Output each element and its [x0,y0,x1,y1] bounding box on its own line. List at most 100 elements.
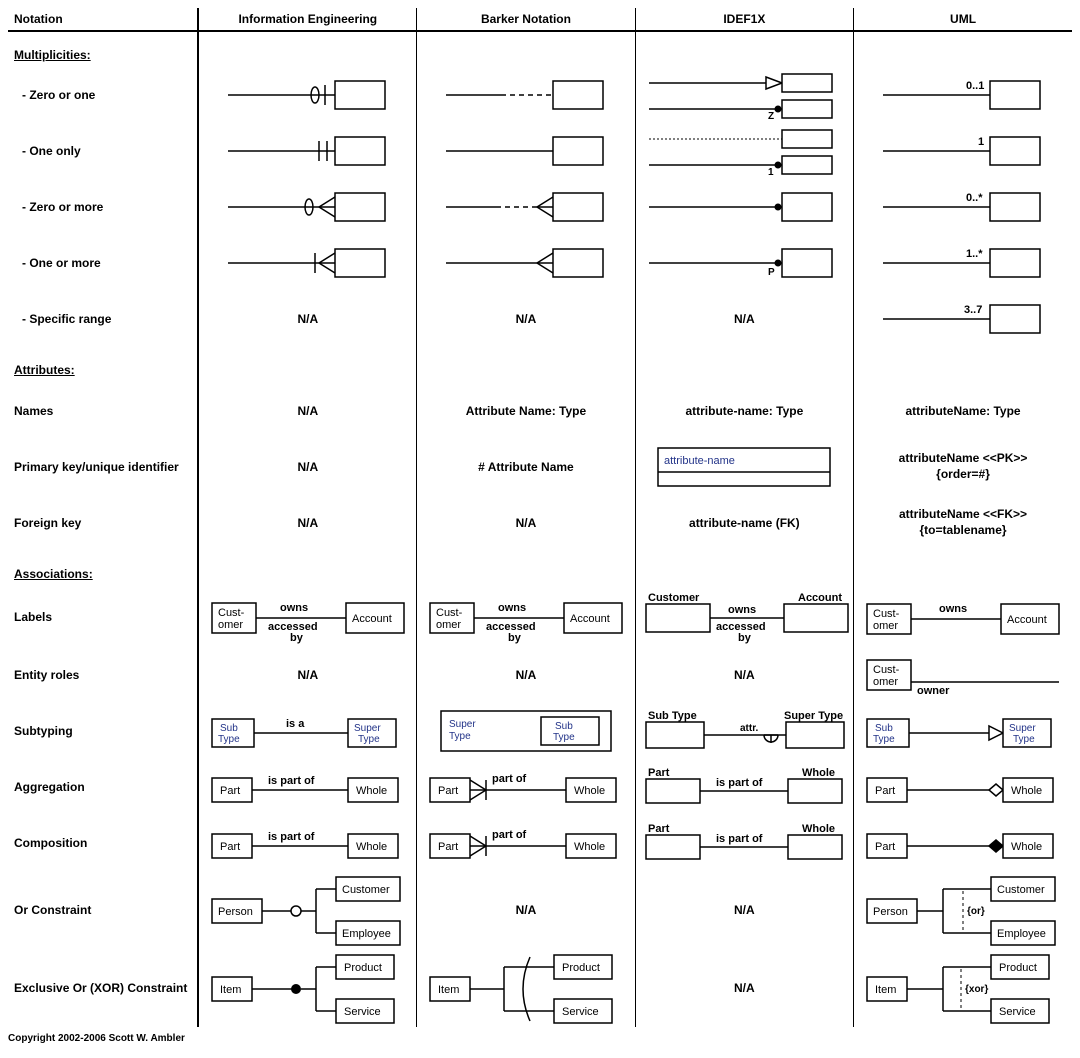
barker-one-only [417,123,635,179]
svg-text:1: 1 [978,136,984,148]
idef-subtype: Sub Type attr. Super Type [635,703,853,759]
svg-text:Cust-: Cust- [873,664,900,676]
row-or-constraint: Or Constraint Person Customer Employee N… [8,871,1072,949]
svg-text:omer: omer [873,620,898,632]
uml-labels: Cust- omer owns Account [854,587,1072,647]
svg-text:Sub Type: Sub Type [648,710,697,722]
svg-text:Type: Type [873,734,895,745]
svg-text:Service: Service [999,1006,1036,1018]
notation-comparison-table: Notation Information Engineering Barker … [8,8,1072,1027]
uml-zero-one: 0..1 [854,67,1072,123]
row-label: Primary key/unique identifier [8,439,198,495]
na-cell: N/A [198,495,416,551]
na-cell: N/A [417,291,635,347]
svg-text:Type: Type [553,732,575,743]
svg-text:is part of: is part of [268,775,315,787]
row-entity-roles: Entity roles N/A N/A N/A Cust- omer owne… [8,647,1072,703]
ie-xor: Item Product Service [198,949,416,1027]
row-label: Or Constraint [8,871,198,949]
svg-text:Part: Part [648,767,670,779]
svg-text:omer: omer [218,619,243,631]
row-subtyping: Subtyping Sub Type is a Super Type Super… [8,703,1072,759]
svg-text:by: by [290,632,304,644]
svg-text:owner: owner [917,685,950,697]
svg-text:owns: owns [939,603,967,615]
na-cell: N/A [635,949,853,1027]
svg-text:Part: Part [220,785,240,797]
svg-text:Type: Type [449,731,471,742]
barker-labels: Cust- omer owns accessed by Account [417,587,635,647]
idef-labels: Customer owns accessed by Account [635,587,853,647]
svg-text:omer: omer [436,619,461,631]
copyright-text: Copyright 2002-2006 Scott W. Ambler [8,1033,1072,1044]
na-cell: N/A [635,291,853,347]
svg-text:Employee: Employee [342,928,391,940]
svg-text:Item: Item [220,984,241,996]
uml-xor: Item {xor} Product Service [854,949,1072,1027]
svg-text:is part of: is part of [716,777,763,789]
svg-text:owns: owns [728,604,756,616]
svg-text:Item: Item [875,984,896,996]
svg-text:by: by [508,632,522,644]
uml-zero-more: 0..* [854,179,1072,235]
col-notation: Notation [8,8,198,31]
barker-zero-more [417,179,635,235]
barker-aggregation: Part part of Whole [417,759,635,815]
svg-text:{xor}: {xor} [965,984,988,995]
svg-text:Customer: Customer [648,592,700,604]
svg-text:Whole: Whole [1011,785,1042,797]
ie-composition: Part is part of Whole [198,815,416,871]
svg-text:Type: Type [358,734,380,745]
svg-text:Whole: Whole [574,785,605,797]
row-label: Entity roles [8,647,198,703]
row-labels: Labels Cust- omer owns accessed by Accou… [8,587,1072,647]
uml-aggregation: Part Whole [854,759,1072,815]
na-cell: N/A [198,383,416,439]
row-label: Subtyping [8,703,198,759]
ie-zero-one [198,67,416,123]
row-specific-range: - Specific range N/A N/A N/A 3..7 [8,291,1072,347]
col-idef1x: IDEF1X [635,8,853,31]
row-label: Aggregation [8,759,198,815]
svg-text:Service: Service [562,1006,599,1018]
row-label: - Specific range [8,291,198,347]
row-label: Composition [8,815,198,871]
row-label: Exclusive Or (XOR) Constraint [8,949,198,1027]
svg-text:Super: Super [354,723,381,734]
svg-text:Account: Account [798,592,842,604]
svg-text:Sub: Sub [220,723,238,734]
svg-text:Person: Person [218,906,253,918]
row-foreign-key: Foreign key N/A N/A attribute-name (FK) … [8,495,1072,551]
uml-specific-range: 3..7 [854,291,1072,347]
svg-text:Whole: Whole [574,841,605,853]
barker-xor: Item Product Service [417,949,635,1027]
row-primary-key: Primary key/unique identifier N/A # Attr… [8,439,1072,495]
svg-text:3..7: 3..7 [964,304,982,316]
uml-fk-line2: {to=tablename} [860,523,1066,539]
row-xor-constraint: Exclusive Or (XOR) Constraint Item Produ… [8,949,1072,1027]
na-cell: N/A [635,871,853,949]
row-label: - Zero or one [8,67,198,123]
row-composition: Composition Part is part of Whole Part p… [8,815,1072,871]
svg-text:Part: Part [438,785,458,797]
row-label: Foreign key [8,495,198,551]
svg-text:{or}: {or} [967,906,985,917]
svg-text:Super: Super [449,719,476,730]
ie-one-only [198,123,416,179]
idef1x-one-more: P [635,235,853,291]
uml-subtype: Sub Type Super Type [854,703,1072,759]
svg-text:0..*: 0..* [966,192,983,204]
uml-or: Person {or} Customer Employee [854,871,1072,949]
svg-text:Cust-: Cust- [436,607,463,619]
na-cell: N/A [198,647,416,703]
idef-composition: Part is part of Whole [635,815,853,871]
row-zero-or-one: - Zero or one Z 0..1 [8,67,1072,123]
idef1x-zero-one: Z [635,67,853,123]
ie-zero-more [198,179,416,235]
idef1x-one-only: 1 [635,123,853,179]
svg-text:Part: Part [438,841,458,853]
svg-text:Type: Type [218,734,240,745]
na-cell: N/A [635,647,853,703]
svg-text:Employee: Employee [997,928,1046,940]
svg-text:Customer: Customer [342,884,390,896]
